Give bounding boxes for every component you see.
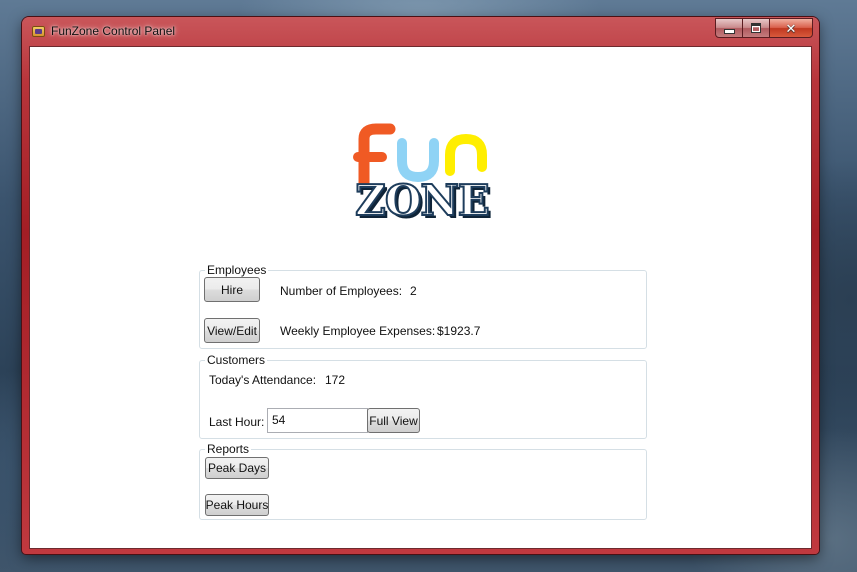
close-icon: ✕	[785, 20, 797, 36]
maximize-icon	[751, 23, 761, 33]
title-bar[interactable]: FunZone Control Panel ✕	[22, 17, 819, 45]
maximize-button[interactable]	[742, 18, 770, 38]
last-hour-label: Last Hour:	[209, 415, 265, 429]
last-hour-field[interactable]: 54	[267, 408, 368, 433]
window-title: FunZone Control Panel	[51, 24, 176, 38]
app-window: FunZone Control Panel ✕ ZONE ZONE Employ…	[22, 17, 819, 554]
hire-button[interactable]: Hire	[204, 277, 260, 302]
employees-legend: Employees	[205, 262, 269, 278]
main-panel: ZONE ZONE Employees Hire Number of Emplo…	[29, 46, 812, 549]
peak-hours-button[interactable]: Peak Hours	[205, 494, 269, 516]
customers-legend: Customers	[205, 352, 268, 368]
view-edit-button[interactable]: View/Edit	[204, 318, 260, 343]
employees-group: Employees Hire Number of Employees: 2 Vi…	[199, 262, 647, 349]
funzone-logo: ZONE ZONE	[353, 123, 493, 221]
weekly-expenses-label: Weekly Employee Expenses:	[280, 324, 436, 338]
employee-count-label: Number of Employees:	[280, 284, 403, 298]
full-view-button[interactable]: Full View	[367, 408, 420, 433]
weekly-expenses-value: $1923.7	[437, 324, 481, 338]
logo-zone-text: ZONE	[355, 176, 489, 221]
app-icon[interactable]	[32, 26, 45, 37]
logo-letter-n	[445, 133, 487, 176]
employee-count-value: 2	[410, 284, 417, 298]
peak-days-button[interactable]: Peak Days	[205, 457, 269, 479]
minimize-icon	[723, 29, 735, 34]
close-button[interactable]: ✕	[769, 18, 813, 38]
customers-group: Customers Today's Attendance: 172 Last H…	[199, 352, 647, 439]
logo-letter-u	[397, 138, 439, 183]
caption-buttons: ✕	[715, 18, 813, 38]
logo-letter-f	[353, 123, 396, 189]
reports-legend: Reports	[205, 441, 252, 457]
attendance-value: 172	[325, 373, 346, 387]
reports-group: Reports Peak Days Peak Hours	[199, 441, 647, 520]
minimize-button[interactable]	[715, 18, 743, 38]
attendance-label: Today's Attendance:	[209, 373, 317, 387]
